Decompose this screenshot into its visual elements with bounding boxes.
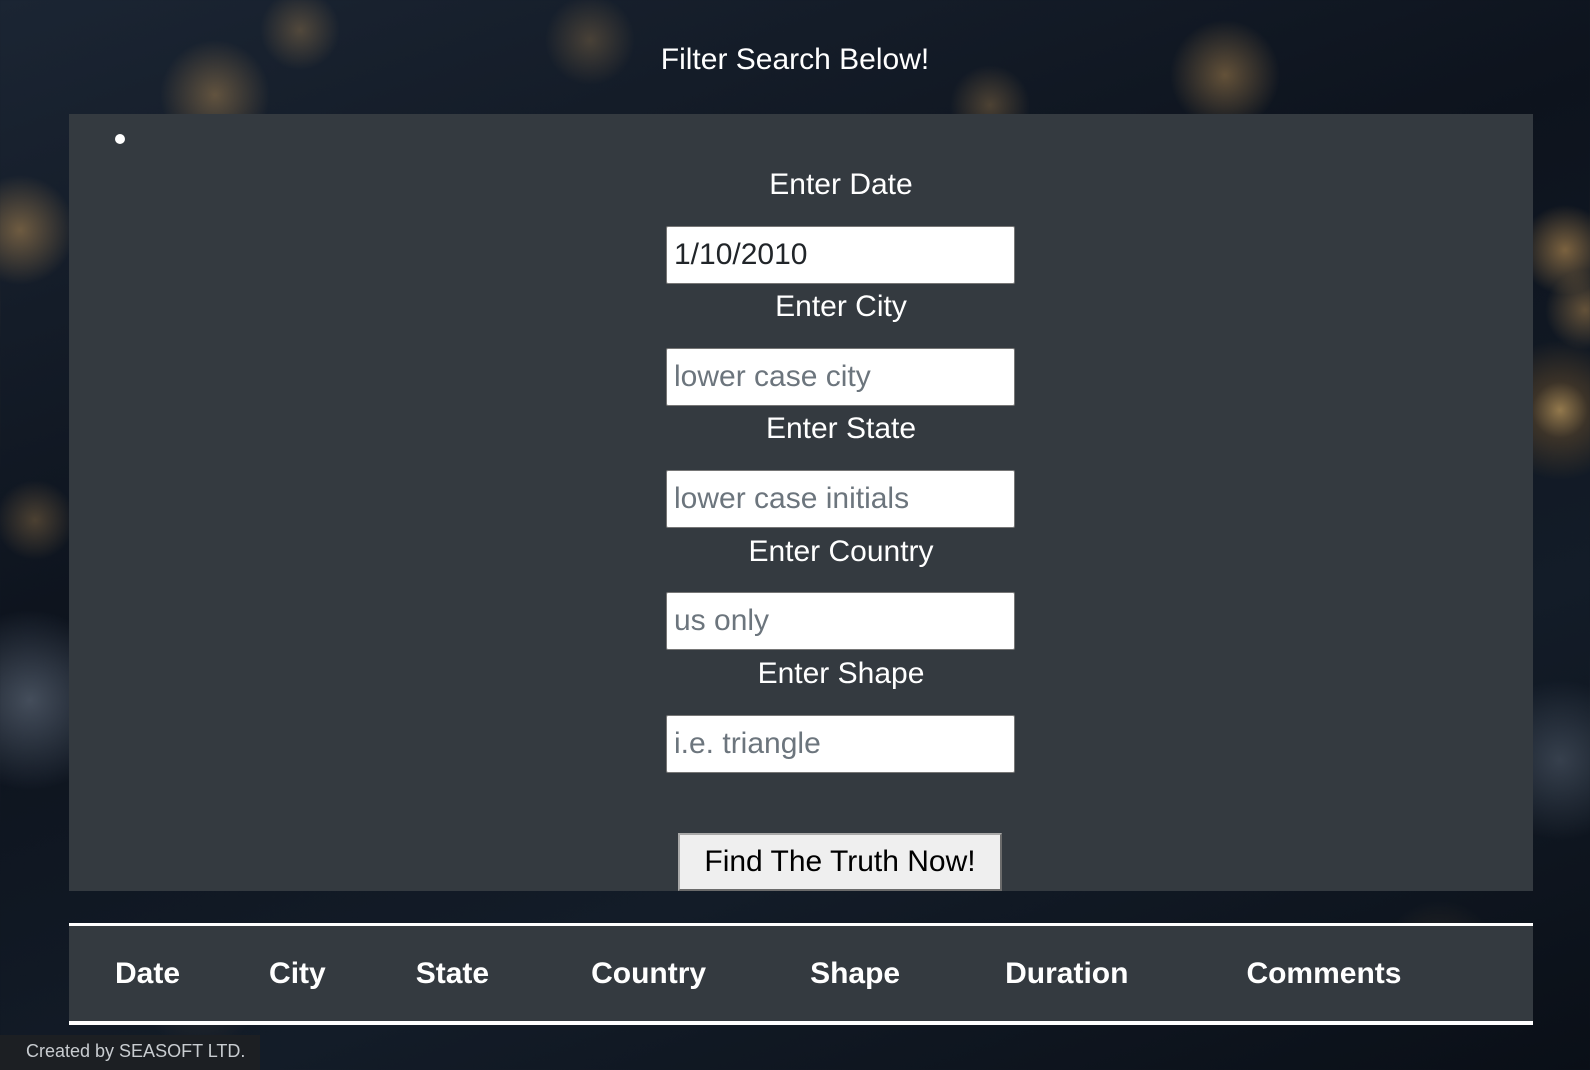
column-header-city: City <box>269 956 326 990</box>
column-header-date: Date <box>115 956 181 990</box>
column-header-shape: Shape <box>810 956 901 990</box>
country-label: Enter Country <box>748 535 934 568</box>
state-label: Enter State <box>765 412 917 445</box>
city-input[interactable] <box>666 348 1015 406</box>
state-input[interactable] <box>666 470 1015 528</box>
date-label: Enter Date <box>769 168 913 201</box>
country-input[interactable] <box>666 592 1015 650</box>
city-label: Enter City <box>775 290 907 323</box>
column-header-duration: Duration <box>1005 956 1129 990</box>
find-truth-button[interactable]: Find The Truth Now! <box>678 833 1002 891</box>
footer-credit: Created by SEASOFT LTD. <box>0 1035 260 1070</box>
page-title: Filter Search Below! <box>660 43 930 76</box>
filter-panel: Enter Date Enter City Enter State Enter … <box>69 114 1533 891</box>
shape-label: Enter Shape <box>757 657 925 690</box>
column-header-country: Country <box>591 956 707 990</box>
list-bullet <box>115 134 125 144</box>
shape-input[interactable] <box>666 715 1015 773</box>
results-table: Date City State Country Shape Duration C… <box>69 923 1533 1025</box>
column-header-comments: Comments <box>1246 956 1402 990</box>
column-header-state: State <box>415 956 490 990</box>
date-input[interactable] <box>666 226 1015 284</box>
